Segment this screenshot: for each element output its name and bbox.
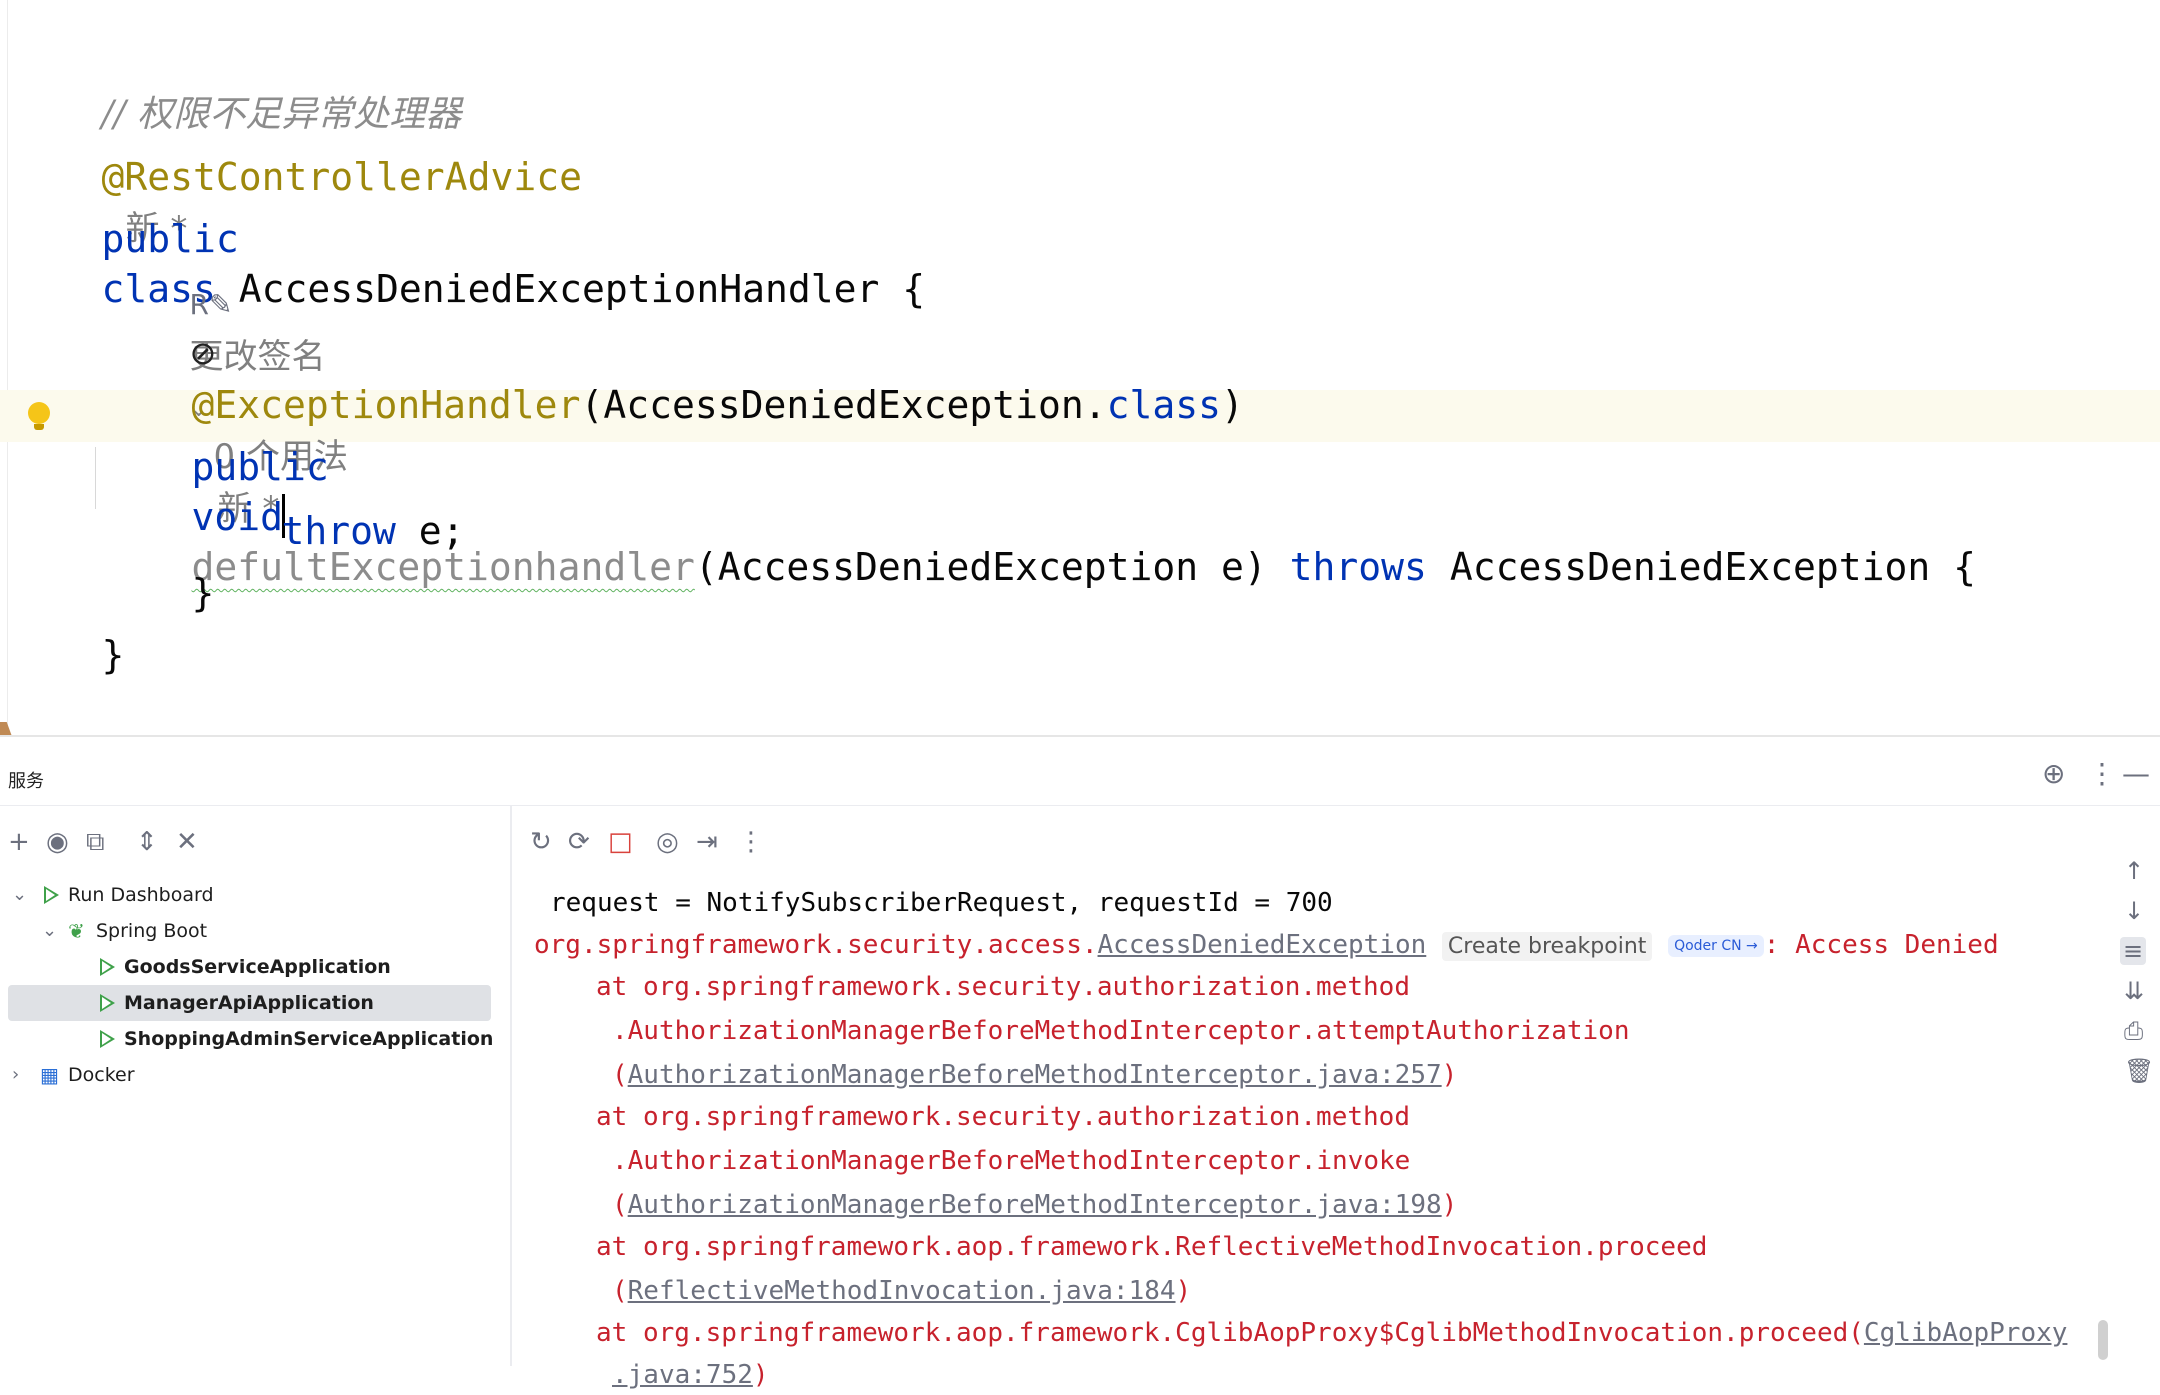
- exception-class-link[interactable]: AccessDeniedException: [1098, 930, 1427, 960]
- exit-icon[interactable]: ⇥: [696, 827, 718, 857]
- tool-window-title: 服务: [8, 771, 44, 792]
- tree-item-shopping-admin[interactable]: ShoppingAdminServiceApplication: [0, 1021, 500, 1057]
- docker-icon: ▦: [40, 1063, 59, 1087]
- console-line[interactable]: request = NotifySubscriberRequest, reque…: [550, 883, 1333, 923]
- tree-item-spring-boot[interactable]: ⌄ ❦ Spring Boot: [0, 913, 500, 949]
- services-tool-window: 服务 ⊕ ⋮ — + ◉ ⧉ ⇕ ✕ ⌄ Run Dashboard ⌄ ❦ S…: [0, 735, 2160, 1390]
- soft-wrap-icon[interactable]: ≡: [2120, 937, 2147, 965]
- run-icon: [100, 994, 115, 1012]
- tree-item-manager-api[interactable]: ManagerApiApplication: [8, 985, 491, 1021]
- new-tab-icon[interactable]: ⧉: [86, 827, 105, 858]
- method-throws-type: AccessDeniedException {: [1426, 545, 1977, 589]
- more-options-icon[interactable]: ⋮: [2088, 757, 2116, 790]
- gutter-divider: [7, 0, 8, 735]
- arrow-up-icon[interactable]: ↑: [2124, 857, 2144, 885]
- paren-close: ): [752, 1360, 769, 1390]
- stack-line[interactable]: (AuthorizationManagerBeforeMethodInterce…: [612, 1185, 1457, 1225]
- source-link[interactable]: AuthorizationManagerBeforeMethodIntercep…: [628, 1190, 1442, 1220]
- paren-close: ): [1175, 1276, 1192, 1306]
- stack-line[interactable]: at org.springframework.security.authoriz…: [596, 967, 1410, 1007]
- stack-line[interactable]: at org.springframework.aop.framework.Ref…: [596, 1227, 1707, 1267]
- stack-line[interactable]: .AuthorizationManagerBeforeMethodInterce…: [612, 1011, 1629, 1051]
- paren-close: ): [1441, 1190, 1458, 1220]
- close-brace-inner: }: [191, 571, 215, 615]
- stack-line[interactable]: .java:752): [612, 1355, 769, 1395]
- camera-icon[interactable]: ◎: [656, 827, 679, 857]
- trash-icon[interactable]: 🗑: [2124, 1057, 2154, 1085]
- exception-message: : Access Denied: [1763, 930, 1999, 960]
- console-line-exception[interactable]: org.springframework.security.access.Acce…: [534, 925, 1999, 967]
- spring-boot-icon: ❦: [68, 919, 85, 943]
- method-params: (AccessDeniedException e): [694, 545, 1290, 589]
- throw-expr: e;: [395, 509, 465, 553]
- tool-window-header: 服务 ⊕ ⋮ —: [0, 737, 2160, 806]
- run-icon: [100, 958, 115, 976]
- tree-label: ManagerApiApplication: [124, 992, 374, 1014]
- stack-text: at org.springframework.aop.framework.Cgl…: [596, 1318, 1864, 1348]
- chevron-right-icon[interactable]: ›: [12, 1057, 19, 1093]
- crosshair-icon[interactable]: ⊕: [2042, 757, 2065, 790]
- source-link[interactable]: .java:752: [612, 1360, 753, 1390]
- console-output[interactable]: ↻ ⟳ □ ◎ ⇥ ⋮ request = NotifySubscriberRe…: [512, 805, 2112, 1390]
- lightbulb-icon[interactable]: [28, 402, 50, 430]
- kw-throws: throws: [1289, 545, 1427, 589]
- add-service-icon[interactable]: +: [8, 827, 30, 857]
- arrow-down-icon[interactable]: ↓: [2124, 897, 2144, 925]
- paren-open: (: [612, 1190, 628, 1220]
- stack-line[interactable]: at org.springframework.aop.framework.Cgl…: [596, 1313, 2067, 1353]
- create-breakpoint-button[interactable]: Create breakpoint: [1441, 932, 1653, 961]
- eye-icon[interactable]: ◉: [46, 827, 69, 857]
- paren-open: (: [612, 1060, 628, 1090]
- collapse-all-icon[interactable]: ✕: [176, 827, 198, 857]
- chevron-down-icon[interactable]: ⌄: [42, 913, 57, 949]
- more-options-icon[interactable]: ⋮: [738, 827, 764, 857]
- source-link[interactable]: AuthorizationManagerBeforeMethodIntercep…: [628, 1060, 1442, 1090]
- source-link[interactable]: ReflectiveMethodInvocation.java:184: [628, 1276, 1176, 1306]
- chevron-down-icon[interactable]: ⌄: [12, 877, 27, 913]
- scroll-to-end-icon[interactable]: ⇊: [2124, 977, 2144, 1005]
- rerun-icon[interactable]: ↻: [530, 827, 552, 857]
- paren-open: (: [612, 1276, 628, 1306]
- stack-line[interactable]: at org.springframework.security.authoriz…: [596, 1097, 1410, 1137]
- source-link[interactable]: CglibAopProxy: [1864, 1318, 2068, 1348]
- tree-label: ShoppingAdminServiceApplication: [124, 1028, 494, 1050]
- code-line-throw[interactable]: throw e;: [190, 456, 465, 606]
- services-tree-panel: + ◉ ⧉ ⇕ ✕ ⌄ Run Dashboard ⌄ ❦ Spring Boo…: [0, 805, 512, 1366]
- code-line-close-class[interactable]: }: [10, 580, 125, 730]
- minimize-icon[interactable]: —: [2122, 757, 2150, 790]
- kw-throw: throw: [281, 509, 396, 553]
- run-icon: [100, 1030, 115, 1048]
- paren-close: ): [1441, 1060, 1458, 1090]
- expand-all-icon[interactable]: ⇕: [136, 827, 158, 857]
- close-brace-outer: }: [101, 633, 125, 677]
- tree-label: Run Dashboard: [68, 884, 214, 906]
- run-icon: [44, 886, 59, 904]
- qoder-cn-button[interactable]: Qoder CN →: [1668, 935, 1764, 957]
- stack-line[interactable]: (ReflectiveMethodInvocation.java:184): [612, 1271, 1191, 1311]
- indent-guide: [95, 447, 96, 509]
- print-icon[interactable]: ⎙: [2124, 1017, 2143, 1045]
- code-editor[interactable]: // 权限不足异常处理器 @RestControllerAdvice 新 * p…: [0, 0, 2160, 735]
- console-scrollbar[interactable]: [2098, 1320, 2108, 1360]
- stop-icon[interactable]: □: [608, 827, 633, 857]
- tree-label: Docker: [68, 1064, 135, 1086]
- tree-item-goods-service[interactable]: GoodsServiceApplication: [0, 949, 500, 985]
- tree-label: GoodsServiceApplication: [124, 956, 391, 978]
- tree-item-docker[interactable]: › ▦ Docker: [0, 1057, 500, 1093]
- exception-package: org.springframework.security.access.: [534, 930, 1098, 960]
- stack-line[interactable]: (AuthorizationManagerBeforeMethodInterce…: [612, 1055, 1457, 1095]
- console-side-toolbar: ↑ ↓ ≡ ⇊ ⎙ 🗑: [2110, 805, 2160, 1366]
- tree-label: Spring Boot: [96, 920, 208, 942]
- stack-line[interactable]: .AuthorizationManagerBeforeMethodInterce…: [612, 1141, 1410, 1181]
- restart-debug-icon[interactable]: ⟳: [568, 827, 590, 857]
- tree-item-run-dashboard[interactable]: ⌄ Run Dashboard: [0, 877, 500, 913]
